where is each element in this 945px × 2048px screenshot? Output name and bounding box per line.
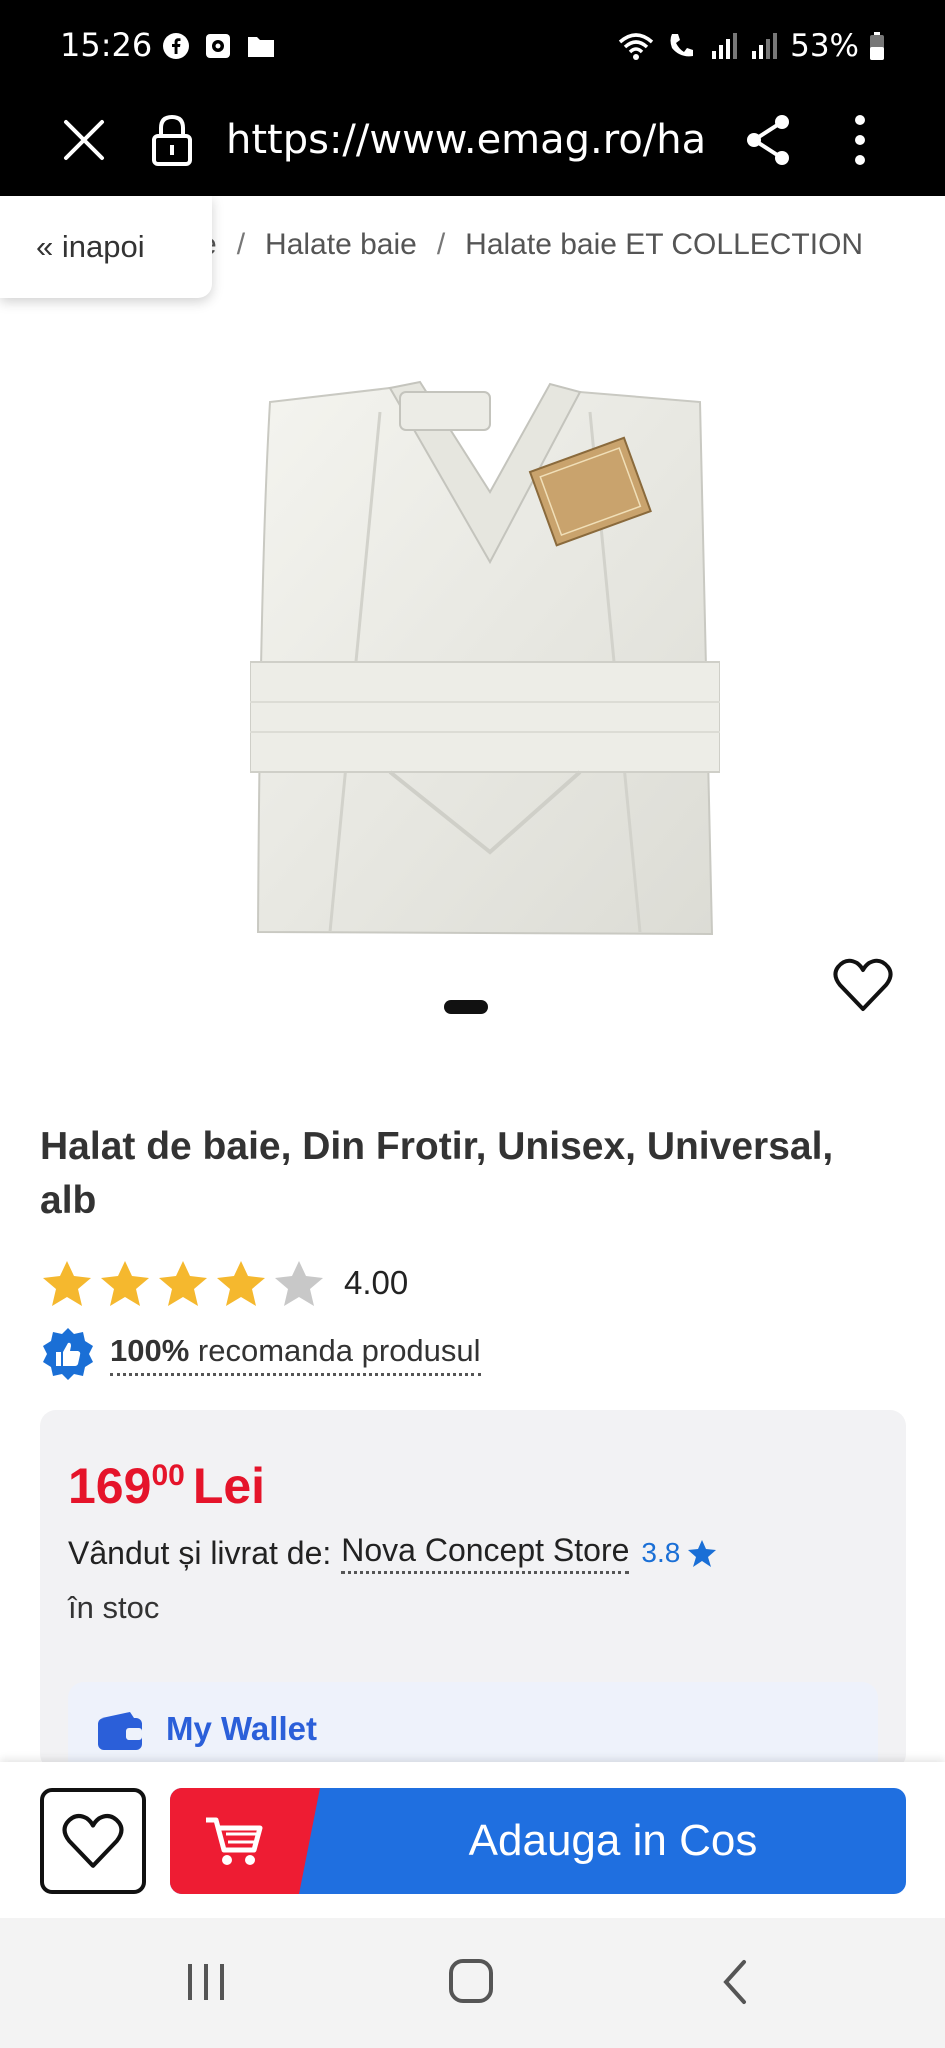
recommend-text: 100% recomanda produsul <box>110 1333 481 1376</box>
product-rating[interactable]: 4.00 <box>40 1258 408 1308</box>
breadcrumb: e / Halate baie / Halate baie ET COLLECT… <box>200 228 863 262</box>
star-icon <box>101 1261 149 1306</box>
wifi-icon <box>618 33 654 60</box>
recommend-percent: 100% <box>110 1332 190 1368</box>
seller-link[interactable]: Nova Concept Store <box>341 1532 630 1574</box>
lock-icon[interactable] <box>148 112 196 168</box>
add-to-favorites-button[interactable] <box>40 1788 146 1894</box>
breadcrumb-bar: e / Halate baie / Halate baie ET COLLECT… <box>0 196 945 302</box>
add-to-cart-label: Adauga in Cos <box>468 1816 758 1865</box>
battery-icon <box>870 32 884 60</box>
wallet-icon <box>98 1712 142 1750</box>
breadcrumb-item[interactable]: Halate baie ET COLLECTION <box>465 228 863 262</box>
star-icon <box>159 1261 207 1306</box>
status-time: 15:26 <box>60 26 153 64</box>
offer-card: 16900 Lei Vândut și livrat de: Nova Conce… <box>40 1410 906 1770</box>
product-title: Halat de baie, Din Frotir, Unisex, Unive… <box>40 1125 834 1222</box>
stock-status: în stoc <box>68 1590 160 1625</box>
price-decimals: 00 <box>151 1459 185 1492</box>
breadcrumb-item[interactable]: Halate baie <box>265 228 417 262</box>
close-icon[interactable] <box>58 114 110 166</box>
home-icon[interactable] <box>448 1958 494 2004</box>
sold-by-label: Vândut și livrat de: <box>68 1534 332 1571</box>
star-icon <box>217 1261 265 1306</box>
back-button[interactable]: « inapoi <box>0 196 212 298</box>
folder-icon <box>248 37 274 57</box>
product-price: 16900 Lei <box>68 1446 265 1516</box>
status-system-icons: 53% <box>616 28 885 64</box>
heart-icon[interactable] <box>832 957 894 1013</box>
star-icon <box>43 1261 91 1306</box>
battery-percent: 53% <box>790 28 859 64</box>
signal-icon <box>712 33 738 59</box>
url-field[interactable]: https://www.emag.ro/halat-de-baie <box>226 112 706 168</box>
signal-icon <box>752 33 778 59</box>
price-integer: 169 <box>68 1458 152 1514</box>
thumbs-up-badge-icon <box>43 1328 93 1380</box>
price-currency: Lei <box>192 1458 266 1514</box>
seller-info: Vândut și livrat de: Nova Concept Store … <box>68 1532 718 1574</box>
heart-icon <box>62 1813 124 1868</box>
more-vertical-icon[interactable] <box>840 110 880 170</box>
browser-toolbar: https://www.emag.ro/halat-de-baie <box>0 90 945 196</box>
carousel-indicator[interactable] <box>444 1000 488 1014</box>
share-icon[interactable] <box>742 110 794 170</box>
rating-value: 4.00 <box>344 1264 409 1301</box>
wallet-label: My Wallet <box>166 1710 317 1747</box>
product-image[interactable] <box>250 372 720 952</box>
seller-rating: 3.8 <box>641 1537 681 1568</box>
recent-apps-icon[interactable] <box>184 1962 228 2002</box>
add-to-cart-button[interactable]: Adauga in Cos <box>170 1788 906 1894</box>
system-navigation-bar <box>0 1918 945 2048</box>
status-bar: 15:26 53% <box>0 0 945 90</box>
facebook-icon <box>163 33 189 59</box>
breadcrumb-separator: / <box>236 228 246 261</box>
messenger-icon <box>206 34 230 58</box>
volte-call-icon <box>670 34 694 57</box>
recommend-info[interactable]: 100% recomanda produsul <box>40 1326 481 1382</box>
bottom-action-bar: Adauga in Cos <box>0 1762 945 1918</box>
star-icon <box>688 1540 717 1567</box>
star-empty-icon <box>275 1261 323 1306</box>
recommend-label: recomanda produsul <box>197 1332 481 1368</box>
breadcrumb-separator: / <box>436 228 446 261</box>
cart-icon <box>206 1817 263 1865</box>
status-notification-icons <box>162 32 276 60</box>
product-gallery[interactable] <box>0 302 945 1042</box>
wallet-promo[interactable]: My Wallet <box>68 1682 878 1770</box>
back-icon[interactable] <box>720 1958 750 2006</box>
